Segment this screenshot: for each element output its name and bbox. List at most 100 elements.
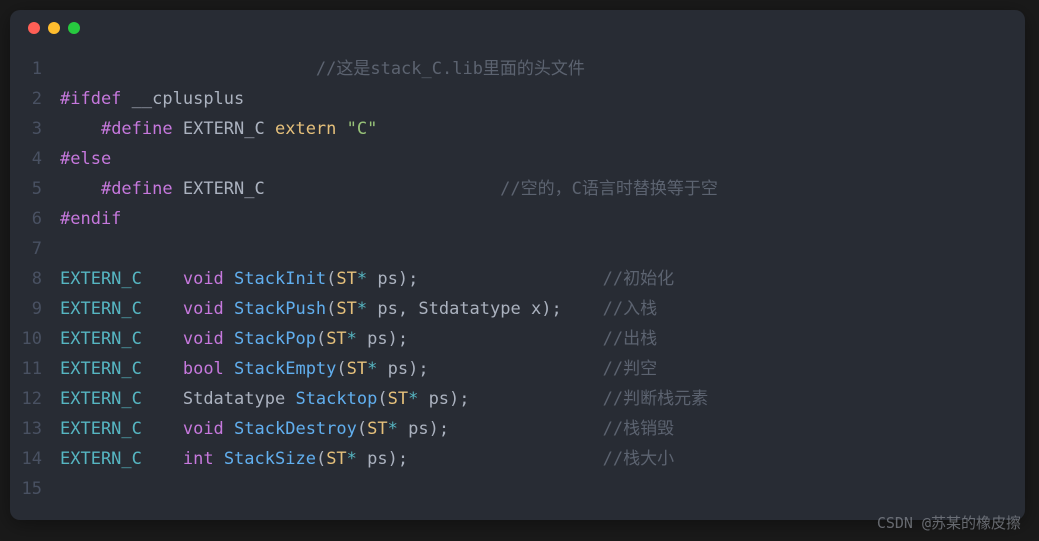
token-func: Stacktop (295, 389, 377, 409)
token-punct: , (398, 299, 418, 319)
token-comment: //栈大小 (603, 449, 674, 469)
token-op: * (388, 419, 398, 439)
code-line[interactable]: 9EXTERN_C void StackPush(ST* ps, Stdatat… (10, 294, 1025, 324)
line-content: EXTERN_C bool StackEmpty(ST* ps); //判空 (60, 354, 657, 384)
token-code (60, 59, 316, 79)
line-number: 6 (10, 204, 60, 234)
token-comment: //入栈 (603, 299, 657, 319)
token-param: ps (367, 329, 387, 349)
token-comment: //空的，C语言时替换等于空 (500, 179, 718, 199)
token-type-void: void (183, 419, 224, 439)
code-line[interactable]: 3 #define EXTERN_C extern "C" (10, 114, 1025, 144)
line-number: 3 (10, 114, 60, 144)
line-number: 14 (10, 444, 60, 474)
token-func: StackInit (234, 269, 326, 289)
token-punct: ( (377, 389, 387, 409)
token-code (418, 269, 602, 289)
line-content: EXTERN_C Stdatatype Stacktop(ST* ps); //… (60, 384, 708, 414)
code-line[interactable]: 11EXTERN_C bool StackEmpty(ST* ps); //判空 (10, 354, 1025, 384)
token-code (377, 359, 387, 379)
token-type-st: ST (336, 299, 356, 319)
minimize-icon[interactable] (48, 22, 60, 34)
token-punct: ) (429, 419, 439, 439)
token-ident-const: EXTERN_C (60, 389, 142, 409)
line-number: 12 (10, 384, 60, 414)
token-param: ps (388, 359, 408, 379)
code-area[interactable]: 1 //这是stack_C.lib里面的头文件2#ifdef __cpluspl… (10, 46, 1025, 512)
token-type-void: void (183, 269, 224, 289)
token-code (367, 299, 377, 319)
token-preproc: #define (101, 119, 173, 139)
code-line[interactable]: 14EXTERN_C int StackSize(ST* ps); //栈大小 (10, 444, 1025, 474)
token-punct: ( (326, 269, 336, 289)
token-code (142, 299, 183, 319)
line-number: 8 (10, 264, 60, 294)
token-code (408, 329, 602, 349)
token-code (214, 449, 224, 469)
code-line[interactable]: 7 (10, 234, 1025, 264)
code-line[interactable]: 5 #define EXTERN_C //空的，C语言时替换等于空 (10, 174, 1025, 204)
line-content: #else (60, 144, 111, 174)
code-line[interactable]: 6#endif (10, 204, 1025, 234)
code-line[interactable]: 13EXTERN_C void StackDestroy(ST* ps); //… (10, 414, 1025, 444)
code-editor-window: 1 //这是stack_C.lib里面的头文件2#ifdef __cpluspl… (10, 10, 1025, 520)
token-code (357, 449, 367, 469)
token-param: ps (367, 449, 387, 469)
token-punct: ) (449, 389, 459, 409)
token-code (142, 419, 183, 439)
code-line[interactable]: 1 //这是stack_C.lib里面的头文件 (10, 54, 1025, 84)
token-op: * (347, 329, 357, 349)
token-punct: ( (336, 359, 346, 379)
line-content: EXTERN_C int StackSize(ST* ps); //栈大小 (60, 444, 674, 474)
window-title-bar (10, 10, 1025, 46)
token-code (224, 359, 234, 379)
token-type-st: ST (336, 269, 356, 289)
token-type-bool: bool (183, 359, 224, 379)
code-line[interactable]: 8EXTERN_C void StackInit(ST* ps); //初始化 (10, 264, 1025, 294)
token-op: * (408, 389, 418, 409)
token-param: ps (377, 299, 397, 319)
token-code (367, 269, 377, 289)
token-type-st: ST (326, 449, 346, 469)
line-content: EXTERN_C void StackPush(ST* ps, Stdataty… (60, 294, 657, 324)
token-param: ps (429, 389, 449, 409)
token-code (224, 269, 234, 289)
token-code (408, 449, 602, 469)
token-punct: ( (316, 449, 326, 469)
code-line[interactable]: 4#else (10, 144, 1025, 174)
token-ident-const: EXTERN_C (60, 269, 142, 289)
token-comment: //判断栈元素 (603, 389, 708, 409)
token-punct: ) (388, 449, 398, 469)
code-line[interactable]: 2#ifdef __cplusplus (10, 84, 1025, 114)
line-content: EXTERN_C void StackDestroy(ST* ps); //栈销… (60, 414, 674, 444)
line-content: #endif (60, 204, 121, 234)
token-code (142, 269, 183, 289)
line-number: 7 (10, 234, 60, 264)
line-number: 4 (10, 144, 60, 174)
token-preproc: #endif (60, 209, 121, 229)
token-type-st: ST (388, 389, 408, 409)
token-kw-extern: extern (275, 119, 336, 139)
code-line[interactable]: 10EXTERN_C void StackPop(ST* ps); //出栈 (10, 324, 1025, 354)
token-op: * (347, 449, 357, 469)
token-code (224, 299, 234, 319)
code-line[interactable]: 15 (10, 474, 1025, 504)
token-punct: ) (398, 269, 408, 289)
token-define-name: EXTERN_C (183, 179, 265, 199)
token-code (60, 119, 101, 139)
line-number: 13 (10, 414, 60, 444)
token-comment: //栈销毁 (603, 419, 674, 439)
token-ident-const: EXTERN_C (60, 419, 142, 439)
token-code (142, 359, 183, 379)
token-code (142, 329, 183, 349)
token-type-st: ST (367, 419, 387, 439)
close-icon[interactable] (28, 22, 40, 34)
token-ident-const: EXTERN_C (60, 449, 142, 469)
token-punct: ) (388, 329, 398, 349)
token-define-name: __cplusplus (132, 89, 245, 109)
token-op: * (357, 269, 367, 289)
line-content: EXTERN_C void StackInit(ST* ps); //初始化 (60, 264, 674, 294)
maximize-icon[interactable] (68, 22, 80, 34)
token-func: StackPop (234, 329, 316, 349)
code-line[interactable]: 12EXTERN_C Stdatatype Stacktop(ST* ps); … (10, 384, 1025, 414)
